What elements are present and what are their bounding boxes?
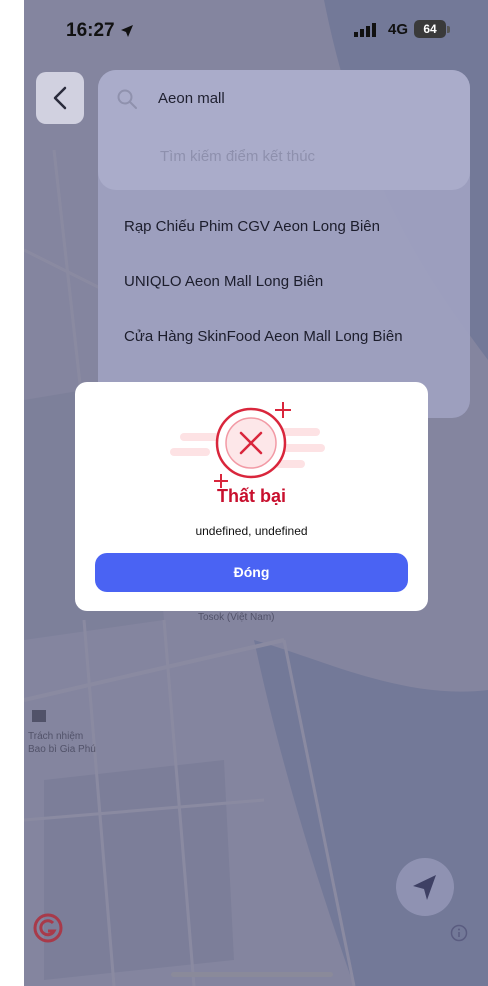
search-panel: Aeon mall Tìm kiếm điểm kết thúc Rạp Chi… [98,70,470,418]
search-result-item[interactable]: Cửa Hàng SkinFood Aeon Mall Long Biên [124,328,403,345]
error-x-icon [170,402,325,488]
signal-icon [354,23,376,37]
status-bar: 16:27 4G 64 [24,0,488,62]
search-box: Aeon mall Tìm kiếm điểm kết thúc [98,70,470,190]
dialog-message: undefined, undefined [195,524,308,538]
back-button[interactable] [36,72,84,124]
map-pin-icon [32,710,46,722]
app-logo-icon [33,913,63,943]
info-icon[interactable] [450,924,468,942]
battery-tip [447,26,450,33]
end-search-input[interactable]: Tìm kiếm điểm kết thúc [160,148,315,165]
battery-level: 64 [423,22,437,36]
start-search-input[interactable]: Aeon mall [158,90,225,107]
search-icon [117,89,137,109]
phone-screen: 16:27 4G 64 Aeon mall Tìm kiếm điểm kết [24,0,488,986]
search-result-item[interactable]: UNIQLO Aeon Mall Long Biên [124,273,323,290]
chevron-left-icon [53,86,67,110]
close-button[interactable]: Đóng [95,553,408,592]
navigation-arrow-icon [413,875,436,900]
map-place-label: Bao bì Gia Phú [28,744,96,755]
status-time: 16:27 [66,20,115,41]
home-indicator[interactable] [171,972,333,977]
battery-icon: 64 [414,20,446,38]
map-place-label: Tosok (Việt Nam) [198,612,275,623]
dialog-title: Thất bại [216,486,286,506]
network-type: 4G [388,21,409,38]
location-arrow-icon [121,25,133,37]
my-location-button[interactable] [396,858,454,916]
search-result-item[interactable]: Rạp Chiếu Phim CGV Aeon Long Biên [124,218,380,235]
map-place-label: Trách nhiệm [28,731,84,742]
error-dialog: Thất bại undefined, undefined Đóng [75,382,428,611]
